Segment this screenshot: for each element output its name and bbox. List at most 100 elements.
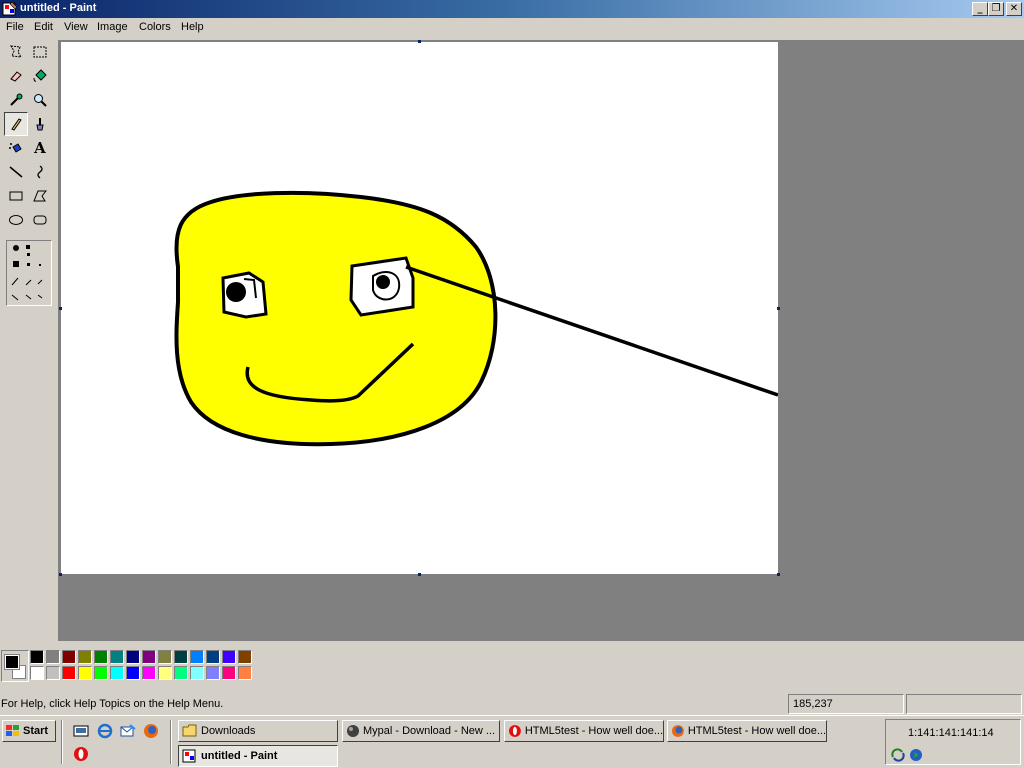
palette-color-swatch[interactable]	[110, 650, 124, 664]
palette-color-swatch[interactable]	[78, 666, 92, 680]
close-button[interactable]: ✕	[1006, 2, 1022, 16]
menu-colors[interactable]: Colors	[139, 21, 171, 33]
task-mypal[interactable]: Mypal - Download - New ...	[342, 720, 500, 742]
right-eye	[349, 256, 415, 317]
sync-icon[interactable]	[890, 747, 906, 763]
minimize-button[interactable]: _	[972, 2, 988, 16]
palette-color-swatch[interactable]	[46, 650, 60, 664]
pick-color-tool[interactable]	[4, 88, 28, 112]
task-label: Mypal - Download - New ...	[363, 725, 496, 737]
pencil-icon	[11, 118, 22, 131]
rounded-rectangle-tool[interactable]	[28, 208, 52, 232]
eraser-tool[interactable]	[4, 64, 28, 88]
pencil-size-options-icon	[11, 245, 43, 301]
line-tool[interactable]	[4, 160, 28, 184]
restore-button[interactable]: ❐	[988, 2, 1004, 16]
palette-color-swatch[interactable]	[222, 650, 236, 664]
drawing-canvas[interactable]	[61, 42, 779, 574]
resize-handle-right[interactable]	[777, 307, 780, 310]
text-tool[interactable]: A	[28, 136, 52, 160]
menu-file[interactable]: File	[6, 21, 24, 33]
status-bar: For Help, click Help Topics on the Help …	[0, 694, 1024, 714]
task-paint[interactable]: untitled - Paint	[178, 745, 338, 767]
palette-color-swatch[interactable]	[94, 666, 108, 680]
palette-color-swatch[interactable]	[174, 666, 188, 680]
show-desktop-icon[interactable]	[73, 723, 89, 739]
smiley-drawing	[174, 190, 779, 447]
menu-help[interactable]: Help	[181, 21, 204, 33]
current-colors[interactable]	[1, 650, 29, 682]
palette-color-swatch[interactable]	[190, 650, 204, 664]
opera-quicklaunch-icon[interactable]	[73, 746, 89, 762]
title-bar: untitled - Paint _ ❐ ✕	[0, 0, 1024, 18]
palette-color-swatch[interactable]	[174, 650, 188, 664]
task-label: Downloads	[201, 725, 256, 737]
task-downloads[interactable]: Downloads	[178, 720, 338, 742]
palette-color-swatch[interactable]	[126, 666, 140, 680]
palette-color-swatch[interactable]	[46, 666, 60, 680]
palette-color-swatch[interactable]	[30, 650, 44, 664]
palette-color-swatch[interactable]	[94, 650, 108, 664]
clock[interactable]: 1:141:141:141:14	[908, 727, 994, 739]
resize-handle-bottom[interactable]	[418, 573, 421, 576]
toolbox: A	[0, 40, 56, 640]
rectangle-tool[interactable]	[4, 184, 28, 208]
internet-explorer-icon[interactable]	[97, 723, 113, 739]
menu-edit[interactable]: Edit	[34, 21, 53, 33]
fill-tool[interactable]	[28, 64, 52, 88]
start-label: Start	[23, 725, 49, 737]
firefox-quicklaunch-icon[interactable]	[143, 723, 159, 739]
palette-color-swatch[interactable]	[62, 666, 76, 680]
status-help-text: For Help, click Help Topics on the Help …	[1, 698, 224, 710]
ellipse-tool[interactable]	[4, 208, 28, 232]
palette-color-swatch[interactable]	[62, 650, 76, 664]
palette-color-swatch[interactable]	[158, 666, 172, 680]
airbrush-tool[interactable]	[4, 136, 28, 160]
polygon-tool[interactable]	[28, 184, 52, 208]
magnifier-icon	[34, 94, 47, 107]
tool-options-box[interactable]	[6, 240, 52, 306]
network-globe-icon[interactable]	[908, 747, 924, 763]
palette-color-swatch[interactable]	[190, 666, 204, 680]
curve-tool[interactable]	[28, 160, 52, 184]
magnifier-tool[interactable]	[28, 88, 52, 112]
select-icon	[33, 46, 47, 58]
taskbar-separator-2	[170, 720, 172, 764]
palette-color-swatch[interactable]	[206, 650, 220, 664]
resize-handle-bottom-left[interactable]	[59, 573, 62, 576]
menu-image[interactable]: Image	[97, 21, 128, 33]
task-opera-html5test[interactable]: HTML5test - How well doe...	[504, 720, 664, 742]
resize-handle-top[interactable]	[418, 40, 421, 43]
menu-bar: File Edit View Image Colors Help	[0, 18, 1024, 38]
menu-view[interactable]: View	[64, 21, 88, 33]
resize-handle-corner[interactable]	[777, 573, 780, 576]
resize-handle-left[interactable]	[59, 307, 62, 310]
left-eye	[221, 271, 268, 319]
opera-icon	[508, 725, 521, 737]
palette-color-swatch[interactable]	[222, 666, 236, 680]
palette-color-swatch[interactable]	[158, 650, 172, 664]
pencil-tool[interactable]	[4, 112, 28, 136]
palette-color-swatch[interactable]	[142, 650, 156, 664]
start-button[interactable]: Start	[2, 720, 56, 742]
pick-color-icon	[10, 93, 23, 106]
paint-app-icon[interactable]	[2, 1, 18, 17]
brush-tool[interactable]	[28, 112, 52, 136]
palette-color-swatch[interactable]	[238, 666, 252, 680]
palette-color-swatch[interactable]	[30, 666, 44, 680]
palette-color-swatch[interactable]	[126, 650, 140, 664]
palette-color-swatch[interactable]	[78, 650, 92, 664]
task-firefox-html5test[interactable]: HTML5test - How well doe...	[667, 720, 827, 742]
task-label: untitled - Paint	[201, 750, 278, 762]
free-form-select-tool[interactable]	[4, 40, 28, 64]
status-size	[906, 694, 1022, 714]
ellipse-icon	[9, 215, 23, 225]
palette-color-swatch[interactable]	[142, 666, 156, 680]
outlook-express-icon[interactable]	[120, 723, 136, 739]
palette-color-swatch[interactable]	[238, 650, 252, 664]
palette-color-swatch[interactable]	[206, 666, 220, 680]
palette-color-swatch[interactable]	[110, 666, 124, 680]
select-tool[interactable]	[28, 40, 52, 64]
foreground-color-swatch[interactable]	[4, 654, 20, 670]
face-outline	[174, 190, 498, 447]
